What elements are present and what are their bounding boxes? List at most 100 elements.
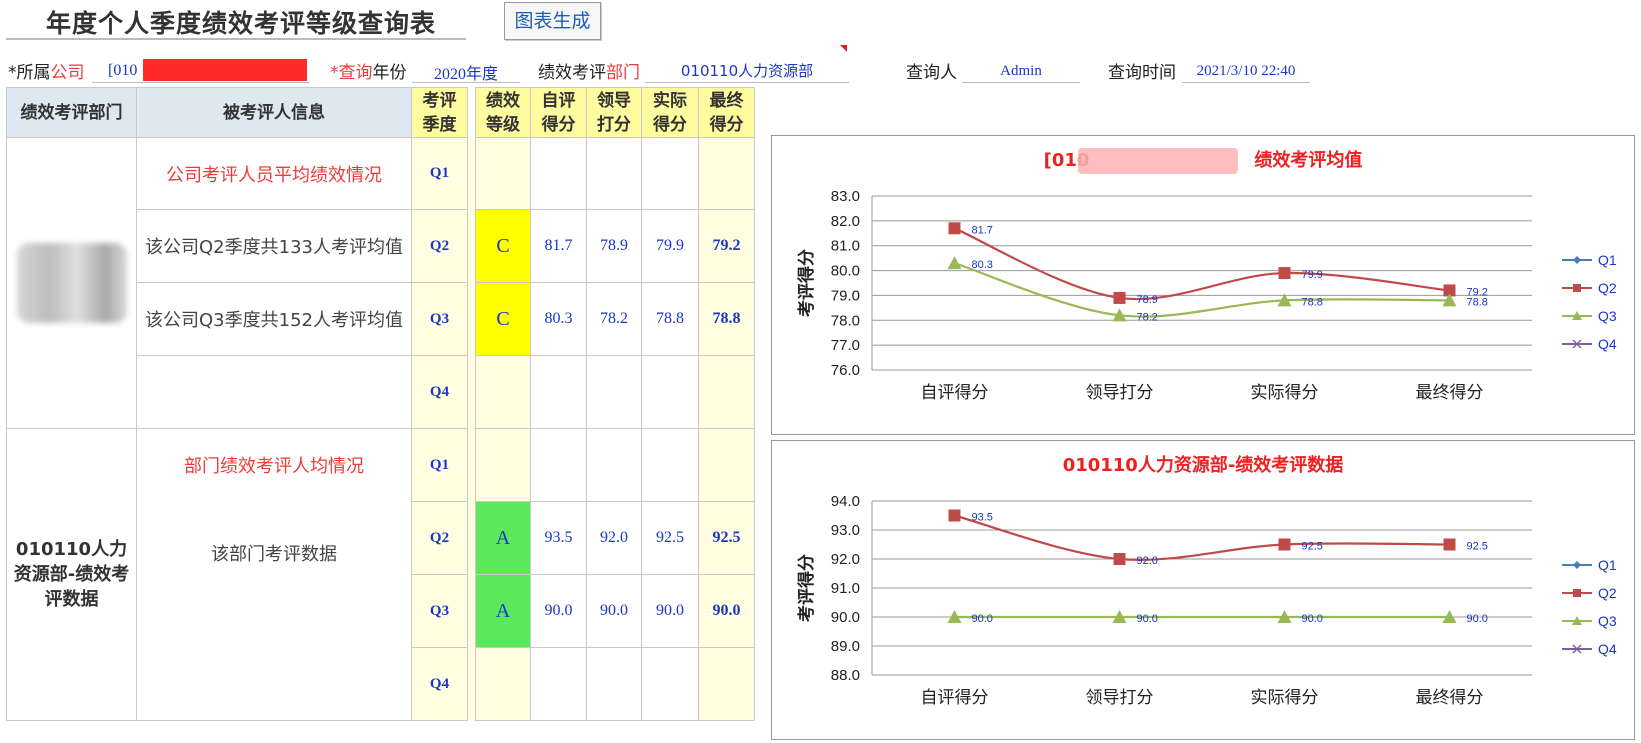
dept-name: 010110人力资源部-绩效考评数据 <box>13 539 130 610</box>
y-tick-label: 94.0 <box>831 493 860 510</box>
actual-score-cell: 78.8 <box>641 282 699 356</box>
legend-marker-square <box>1573 284 1581 292</box>
series-line-q2 <box>954 227 1450 301</box>
gap-cell <box>467 574 476 648</box>
y-tick-label: 80.0 <box>831 263 860 280</box>
quarter-cell: Q2 <box>411 209 468 283</box>
self-score-cell: 90.0 <box>530 574 587 648</box>
table-row: 010110人力资源部-绩效考评数据 部门绩效考评人均情况 Q1 <box>6 428 755 721</box>
series-line-q2 <box>954 514 1450 561</box>
data-label: 81.7 <box>972 224 993 236</box>
dept-value: 010110人力资源部 <box>680 62 814 80</box>
header-grade-l2: 等级 <box>486 114 520 135</box>
data-label: 78.8 <box>1302 296 1323 308</box>
year-field[interactable]: 2020年度 <box>412 60 520 83</box>
grade-cell <box>475 137 531 210</box>
year-label: *查询年份 <box>330 58 407 83</box>
y-tick-label: 90.0 <box>831 609 860 626</box>
data-point-square <box>948 509 961 522</box>
data-label: 79.9 <box>1302 269 1323 281</box>
page-title: 年度个人季度绩效考评等级查询表 <box>46 9 437 38</box>
legend-label: Q3 <box>1598 613 1617 629</box>
info-cell: 该公司Q2季度共133人考评均值 <box>136 209 412 283</box>
self-score-cell <box>530 137 587 210</box>
time-field[interactable]: 2021/3/10 22:40 <box>1182 60 1310 83</box>
legend-label: Q2 <box>1598 585 1617 601</box>
header-grade: 绩效 等级 <box>475 87 531 138</box>
quarter-cell: Q4 <box>411 355 468 429</box>
blurred-logo <box>16 243 127 323</box>
quarter-cell: Q1 <box>411 428 468 502</box>
final-score-cell: 78.8 <box>698 282 755 356</box>
header-info: 被考评人信息 <box>136 87 412 138</box>
table-row: 公司考评人员平均绩效情况 Q1 <box>6 137 755 429</box>
dept-chart-panel[interactable]: 010110人力资源部-绩效考评数据 88.0 89.0 90.0 91.0 92.0 93… <box>771 440 1635 740</box>
company-label-red: 公司 <box>50 63 85 83</box>
header-leader-l2: 打分 <box>597 114 631 135</box>
gap-cell <box>467 355 476 429</box>
actual-score-cell: 90.0 <box>641 574 699 648</box>
header-quarter-l1: 考评 <box>422 90 457 111</box>
x-tick-label: 最终得分 <box>1416 383 1484 403</box>
header-grade-l1: 绩效 <box>486 90 520 111</box>
y-tick-label: 93.0 <box>831 522 860 539</box>
quarter-cell: Q3 <box>411 574 468 648</box>
grade-cell <box>475 647 531 721</box>
self-score-cell: 80.3 <box>530 282 587 356</box>
leader-score-cell: 78.9 <box>586 209 642 283</box>
grade-cell <box>475 428 531 502</box>
company-logo-cell <box>6 137 137 429</box>
dept-line-chart: 010110人力资源部-绩效考评数据 88.0 89.0 90.0 91.0 92.0 93… <box>796 454 1617 708</box>
self-score-cell <box>530 428 587 502</box>
legend-label: Q4 <box>1598 336 1617 352</box>
gap-cell <box>467 501 476 575</box>
title-redaction <box>1078 148 1238 174</box>
quarter-cell: Q2 <box>411 501 468 575</box>
company-label: *所属公司 <box>8 58 85 83</box>
dept-section-title: 部门绩效考评人均情况 <box>136 428 412 502</box>
leader-score-cell <box>586 355 642 429</box>
final-score-cell: 92.5 <box>698 501 755 575</box>
x-tick-label: 实际得分 <box>1251 383 1319 403</box>
header-actual-l2: 得分 <box>653 114 687 135</box>
data-label: 90.0 <box>1302 613 1323 625</box>
actual-score-cell: 79.9 <box>641 209 699 283</box>
data-label: 92.0 <box>1137 555 1158 567</box>
legend-label: Q4 <box>1598 641 1617 657</box>
header-self-l2: 得分 <box>541 114 576 135</box>
header-quarter: 考评 季度 <box>411 87 468 138</box>
grade-cell: A <box>475 574 531 648</box>
dept-label: 绩效考评部门 <box>538 58 640 83</box>
dept-field[interactable]: 010110人力资源部 <box>645 60 849 83</box>
y-tick-label: 91.0 <box>831 580 860 597</box>
self-score-cell: 93.5 <box>530 501 587 575</box>
company-chart-panel[interactable]: [010 绩效考评均值 76.0 77.0 78.0 79.0 80.0 81.0 82.0 83… <box>771 135 1635 435</box>
final-score-cell <box>698 428 755 502</box>
generate-chart-button[interactable]: 图表生成 <box>504 2 601 40</box>
actual-score-cell <box>641 137 699 210</box>
grade-cell: C <box>475 209 531 283</box>
data-label: 92.5 <box>1302 541 1323 553</box>
legend-marker-square <box>1573 589 1581 597</box>
reviewer-field[interactable]: Admin <box>962 60 1080 83</box>
leader-score-cell: 92.0 <box>586 501 642 575</box>
actual-score-cell <box>641 428 699 502</box>
final-score-cell <box>698 355 755 429</box>
quarter-cell: Q4 <box>411 647 468 721</box>
quarter-cell: Q3 <box>411 282 468 356</box>
self-score-cell <box>530 647 587 721</box>
data-point-square <box>1278 538 1291 551</box>
header-actual-l1: 实际 <box>653 90 687 111</box>
leader-score-cell: 90.0 <box>586 574 642 648</box>
header-quarter-l2: 季度 <box>422 114 457 135</box>
company-label-prefix: *所属 <box>8 63 51 83</box>
data-point-triangle <box>947 256 962 270</box>
reviewer-value: Admin <box>1000 63 1042 79</box>
data-point-square <box>1443 538 1456 551</box>
quarter-cell: Q1 <box>411 137 468 210</box>
header-actual: 实际 得分 <box>641 87 699 138</box>
data-label: 92.5 <box>1467 541 1488 553</box>
year-value-num: 2020 <box>433 66 466 83</box>
header-self-l1: 自评 <box>541 90 576 111</box>
y-tick-label: 79.0 <box>831 287 860 304</box>
